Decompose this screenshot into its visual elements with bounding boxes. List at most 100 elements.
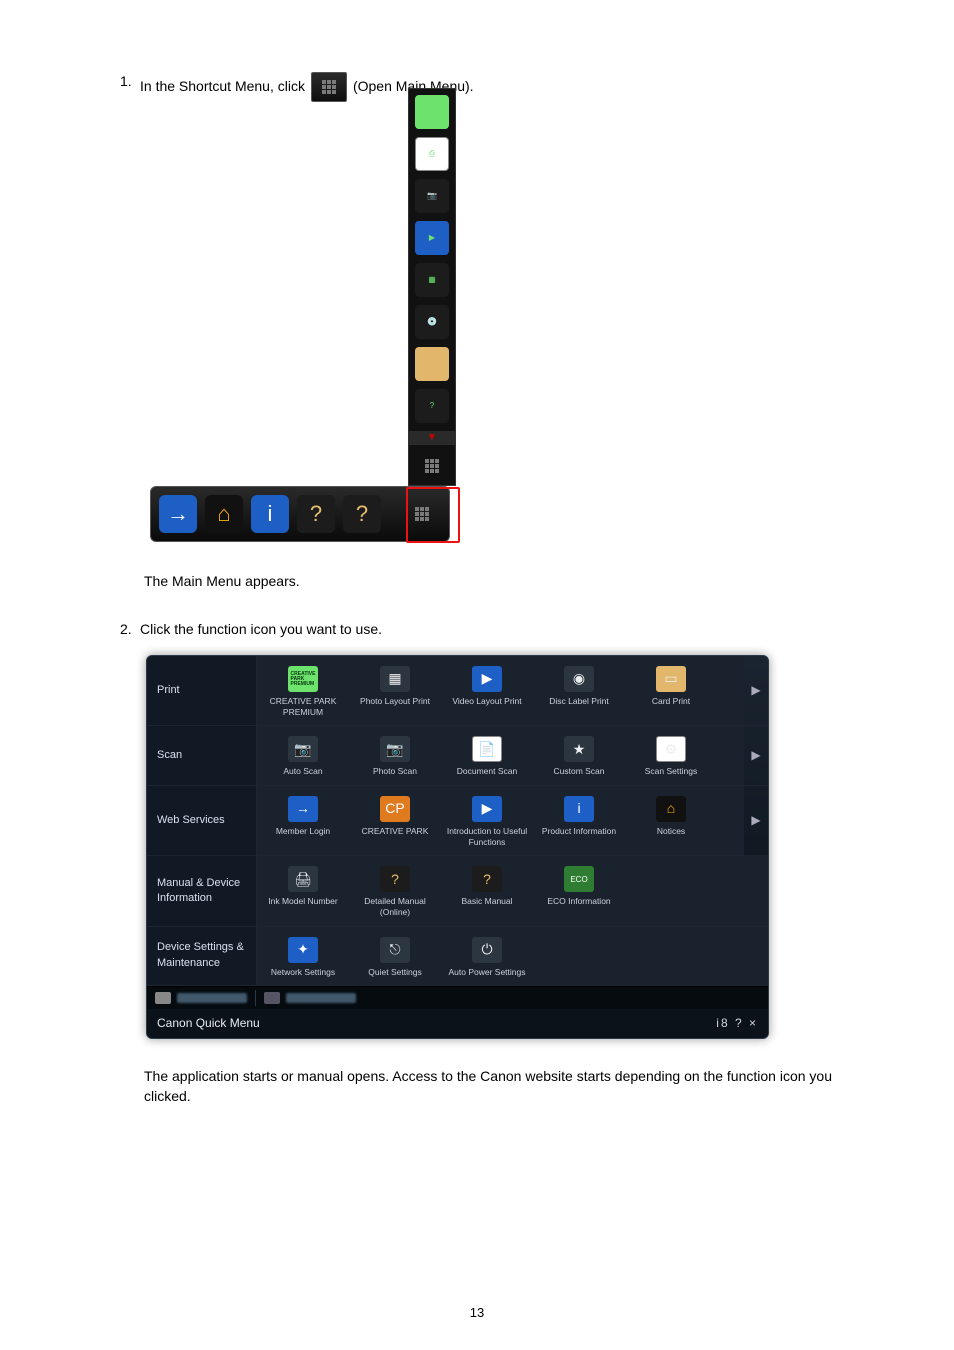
function-detailed-manual[interactable]: ?Detailed Manual (Online) [349, 856, 441, 925]
row-items: CREATIVEPARKPREMIUM CREATIVE PARK PREMIUM… [257, 656, 744, 725]
function-video-layout[interactable]: ▶Video Layout Print [441, 656, 533, 725]
shortcut-open-main-menu[interactable] [403, 495, 441, 533]
function-caption: CREATIVE PARK [362, 826, 429, 837]
function-custom-scan[interactable]: ★ Custom Scan [533, 726, 625, 785]
function-caption: Disc Label Print [549, 696, 609, 707]
auto-scan-icon: 📷 [288, 736, 318, 762]
shortcut-member-login-icon[interactable]: → [159, 495, 197, 533]
function-intro-functions[interactable]: ▶Introduction to Useful Functions [441, 786, 533, 855]
function-caption: Photo Layout Print [360, 696, 430, 707]
shortcut-product-info-icon[interactable]: i [251, 495, 289, 533]
main-menu-row: Web Services→Member LoginCPCREATIVE PARK… [147, 786, 768, 856]
main-menu-row: Manual & Device Information🖨Ink Model Nu… [147, 856, 768, 926]
function-caption: Network Settings [271, 967, 335, 978]
network-settings-icon: ✦ [288, 937, 318, 963]
eco-info-icon: ECO [564, 866, 594, 892]
popup-item-auto-scan[interactable]: 📷 [415, 179, 449, 213]
function-caption: Member Login [276, 826, 330, 837]
row-items: 🖨Ink Model Number?Detailed Manual (Onlin… [257, 856, 768, 925]
member-login-icon: → [288, 796, 318, 822]
step-1-text-a: In the Shortcut Menu, click [140, 77, 305, 97]
function-basic-manual[interactable]: ? Basic Manual [441, 856, 533, 925]
row-next-arrow[interactable]: ▶ [744, 656, 768, 725]
function-caption: Ink Model Number [268, 896, 337, 907]
row-items: → Member Login CPCREATIVE PARK▶Introductio… [257, 786, 744, 855]
function-caption: Custom Scan [553, 766, 604, 777]
photo-layout-icon: ▦ [380, 666, 410, 692]
function-caption: CREATIVE PARK PREMIUM [261, 696, 345, 717]
popup-item-photo-layout[interactable]: ▦ [415, 263, 449, 297]
main-menu-row: Device Settings & Maintenance✦Network Se… [147, 927, 768, 987]
document-scan-icon: 📄 [472, 736, 502, 762]
popup-item-video-layout[interactable]: ▶ [415, 221, 449, 255]
scan-settings-icon: ⚙ [656, 736, 686, 762]
step-1-result: The Main Menu appears. [144, 572, 864, 592]
function-creative-park[interactable]: CREATIVEPARKPREMIUM CREATIVE PARK PREMIUM [257, 656, 349, 725]
popup-main-menu-toggle[interactable] [415, 453, 449, 479]
figure-main-menu: PrintCREATIVEPARKPREMIUMCREATIVE PARK PR… [146, 655, 769, 1039]
main-menu-window-controls[interactable]: i8 ? × [716, 1015, 758, 1032]
row-items: ✦ Network Settings ⎋Quiet Settings⏻Auto Po… [257, 927, 768, 986]
function-quiet-settings[interactable]: ⎋Quiet Settings [349, 927, 441, 986]
row-next-arrow[interactable]: ▶ [744, 726, 768, 785]
function-scan-settings[interactable]: ⚙ Scan Settings [625, 726, 717, 785]
popup-item-basic-manual[interactable]: ? [415, 389, 449, 423]
main-menu-row: PrintCREATIVEPARKPREMIUMCREATIVE PARK PR… [147, 656, 768, 726]
function-caption: Scan Settings [645, 766, 697, 777]
function-creative-park-web[interactable]: CPCREATIVE PARK [349, 786, 441, 855]
grid-icon [322, 80, 336, 94]
device-1-name [177, 993, 247, 1003]
function-photo-scan[interactable]: 📷 Photo Scan [349, 726, 441, 785]
step-1-number: 1. [120, 72, 140, 92]
page-number: 13 [0, 1305, 954, 1320]
popup-item-disc-label[interactable]: 💿 [415, 305, 449, 339]
function-card-print[interactable]: ▭ Card Print [625, 656, 717, 725]
function-caption: Product Information [542, 826, 616, 837]
function-caption: Photo Scan [373, 766, 417, 777]
shortcut-bar: → ⌂ i ? ? [150, 486, 450, 542]
creative-park-icon: CREATIVEPARKPREMIUM [288, 666, 318, 692]
row-next-arrow[interactable]: ▶ [744, 786, 768, 855]
main-menu-row: Scan📷Auto Scan📷Photo Scan📄Document Scan★… [147, 726, 768, 786]
function-notices[interactable]: ⌂Notices [625, 786, 717, 855]
function-disc-label[interactable]: ◉Disc Label Print [533, 656, 625, 725]
basic-manual-icon: ? [472, 866, 502, 892]
function-member-login[interactable]: → Member Login [257, 786, 349, 855]
function-auto-power[interactable]: ⏻Auto Power Settings [441, 927, 533, 986]
function-product-info[interactable]: i Product Information [533, 786, 625, 855]
device-2[interactable] [264, 992, 356, 1004]
function-photo-layout[interactable]: ▦ Photo Layout Print [349, 656, 441, 725]
device-2-name [286, 993, 356, 1003]
function-eco-info[interactable]: ECOECO Information [533, 856, 625, 925]
row-label: Scan [147, 726, 257, 785]
intro-functions-icon: ▶ [472, 796, 502, 822]
function-caption: Auto Scan [283, 766, 322, 777]
product-info-icon: i [564, 796, 594, 822]
shortcut-detailed-manual-icon[interactable]: ? [297, 495, 335, 533]
function-caption: Auto Power Settings [448, 967, 525, 978]
device-1[interactable] [155, 992, 247, 1004]
function-ink-model[interactable]: 🖨Ink Model Number [257, 856, 349, 925]
row-label: Manual & Device Information [147, 856, 257, 925]
function-document-scan[interactable]: 📄Document Scan [441, 726, 533, 785]
step-2-number: 2. [120, 620, 140, 640]
popup-item-card-print[interactable] [415, 347, 449, 381]
shortcut-notices-icon[interactable]: ⌂ [205, 495, 243, 533]
step-2-text: Click the function icon you want to use. [140, 621, 382, 637]
function-caption: Basic Manual [461, 896, 512, 907]
popup-scroll-down[interactable]: ▼ [409, 431, 455, 445]
shortcut-basic-manual-icon[interactable]: ? [343, 495, 381, 533]
function-auto-scan[interactable]: 📷 Auto Scan [257, 726, 349, 785]
function-network-settings[interactable]: ✦ Network Settings [257, 927, 349, 986]
main-menu-titlebar: Canon Quick Menu i8 ? × [147, 1009, 768, 1038]
custom-scan-icon: ★ [564, 736, 594, 762]
photo-scan-icon: 📷 [380, 736, 410, 762]
popup-item-creative-park-premium[interactable]: CREATIVEPARKPREMIUM [415, 95, 449, 129]
popup-item-scan-settings[interactable]: ⎙ [415, 137, 449, 171]
card-print-icon: ▭ [656, 666, 686, 692]
main-menu-device-bar [147, 987, 768, 1009]
function-caption: Card Print [652, 696, 690, 707]
grid-icon [415, 507, 429, 521]
quiet-settings-icon: ⎋ [380, 937, 410, 963]
function-caption: Detailed Manual (Online) [353, 896, 437, 917]
